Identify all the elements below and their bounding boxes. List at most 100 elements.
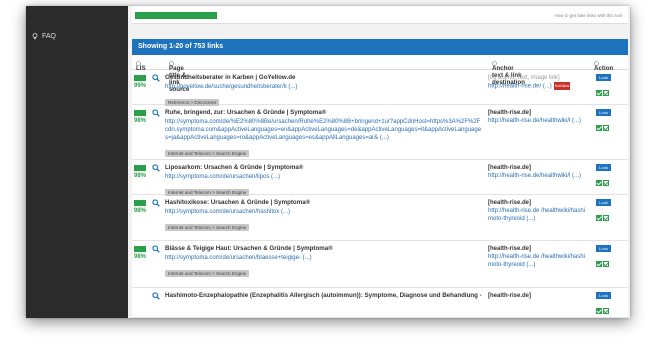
destination-url[interactable]: http://health-rise.de/ (...)	[488, 84, 552, 90]
page-title: Blässe & Teigige Haut: Ursachen & Gründe…	[165, 245, 333, 252]
source-url[interactable]: http://symptoma.com/de/%E2%80%8Be/ursach…	[165, 118, 483, 142]
check-icon[interactable]	[596, 308, 602, 314]
look-button[interactable]: Look	[596, 292, 611, 299]
check-icon[interactable]	[603, 308, 609, 314]
page-title: Hashitoxikose: Ursachen & Gründe | Sympt…	[165, 199, 311, 206]
links-table: 99% Gesundheitsberater in Karben | GoYel…	[132, 70, 628, 318]
look-button[interactable]: Look	[596, 245, 611, 252]
category-badge: Internet and Telecom > Search Engine	[165, 150, 250, 157]
table-row: Hashimoto-Enzephalopathie (Enzephalitis …	[132, 288, 628, 318]
link-source: Blässe & Teigige Haut: Ursachen & Gründe…	[165, 245, 483, 280]
app-window: FAQ How to get fake links with this tool…	[26, 6, 630, 318]
table-row: 98% Ruhe, bringend, zur: Ursachen & Grün…	[132, 105, 628, 160]
destination-url[interactable]: http://health-rise.de /healthwiki/hashim…	[488, 254, 585, 268]
row-actions: Look	[596, 292, 616, 318]
destination-url[interactable]: http://health-rise.de /healthwiki/hashim…	[488, 208, 585, 222]
category-badge: Internet and Telecom > Search Engine	[165, 224, 250, 231]
main-content: How to get fake links with this tool Sho…	[128, 6, 630, 318]
link-source: Hashimoto-Enzephalopathie (Enzephalitis …	[165, 292, 483, 301]
source-url[interactable]: http://goyellow.de/suche/gesundheitsbera…	[165, 83, 483, 91]
look-button[interactable]: Look	[596, 74, 611, 81]
anchor-text: [health-rise.de]	[488, 200, 532, 206]
source-url[interactable]: http://symptoma.com/de/ursachen/blaesse+…	[165, 254, 483, 262]
search-icon[interactable]	[152, 164, 160, 172]
page-title: Hashimoto-Enzephalopathie (Enzephalitis …	[165, 292, 482, 299]
source-url[interactable]: http://symptoma.com/de/ursachen/hashitox…	[165, 208, 483, 216]
check-icon[interactable]	[603, 125, 609, 131]
look-button[interactable]: Look	[596, 199, 611, 206]
link-source: Liposarkom: Ursachen & Gründe | Symptoma…	[165, 164, 483, 199]
row-actions: Look	[596, 74, 616, 101]
col-anchor: Anchor text & link destination	[492, 60, 525, 86]
search-icon[interactable]	[152, 245, 160, 253]
lis-percent: 98%	[134, 173, 147, 179]
look-button[interactable]: Look	[596, 109, 611, 116]
lis-percent: 98%	[134, 118, 147, 124]
lis-score: 99%	[134, 75, 146, 89]
row-actions: Look	[596, 245, 616, 272]
search-icon[interactable]	[152, 74, 160, 82]
anchor-cell: [health-rise.de] http://health-rise.de/h…	[488, 164, 588, 180]
source-url[interactable]: http://symptoma.com/de/ursachen/lipos (.…	[165, 173, 483, 181]
link-source: Hashitoxikose: Ursachen & Gründe | Sympt…	[165, 199, 483, 234]
anchor-text: [health-rise.de]	[488, 165, 532, 171]
table-row: 98% Liposarkom: Ursachen & Gründe | Symp…	[132, 160, 628, 196]
anchor-text: [health-rise.de]	[488, 110, 532, 116]
destination-url[interactable]: http://health-rise.de/healthwiki/l (...)	[488, 118, 581, 124]
check-icon[interactable]	[596, 125, 602, 131]
destination-url[interactable]: http://health-rise.de/healthwiki/l (...)	[488, 173, 581, 179]
row-actions: Look	[596, 164, 616, 191]
sidebar: FAQ	[26, 6, 128, 318]
help-icon	[136, 61, 141, 66]
lis-percent: 98%	[134, 254, 147, 260]
lis-score: 98%	[134, 110, 146, 124]
lis-bar	[134, 165, 146, 171]
help-icon	[594, 61, 599, 66]
category-badge: Internet and Telecom > Search Engine	[165, 270, 250, 277]
table-row: 98% Hashitoxikose: Ursachen & Gründe | S…	[132, 195, 628, 241]
search-icon[interactable]	[152, 292, 160, 300]
lis-bar	[134, 200, 146, 206]
lis-percent: 99%	[134, 83, 147, 89]
panel-heading: Showing 1-20 of 753 links	[132, 39, 628, 55]
link-source: Ruhe, bringend, zur: Ursachen & Gründe |…	[165, 109, 483, 160]
check-icon[interactable]	[603, 90, 609, 96]
page-title: Gesundheitsberater in Karben | GoYellow.…	[165, 74, 296, 81]
col-action: Action	[594, 60, 613, 72]
check-icon[interactable]	[603, 180, 609, 186]
anchor-cell: [health-rise.de] http://health-rise.de /…	[488, 245, 588, 269]
check-icon[interactable]	[596, 180, 602, 186]
page-title: Ruhe, bringend, zur: Ursachen & Gründe |…	[165, 109, 327, 116]
search-icon[interactable]	[152, 109, 160, 117]
sidebar-item-label: FAQ	[42, 33, 57, 40]
row-actions: Look	[596, 109, 616, 136]
look-button[interactable]: Look	[596, 164, 611, 171]
top-strip: How to get fake links with this tool	[132, 6, 628, 24]
lis-bar	[134, 110, 146, 116]
anchor-cell: [no anchor text, image link] http://heal…	[488, 74, 588, 91]
col-lis: LIS	[136, 60, 146, 72]
anchor-cell: [health-rise.de] http://health-rise.de/h…	[488, 109, 588, 125]
help-icon	[492, 61, 497, 66]
lis-score: 98%	[134, 246, 146, 260]
link-source: Gesundheitsberater in Karben | GoYellow.…	[165, 74, 483, 109]
col-source: Page title & link source	[169, 60, 189, 93]
check-icon[interactable]	[596, 261, 602, 267]
lis-bar	[134, 75, 146, 81]
progress-bar	[135, 12, 217, 19]
table-row: 98% Blässe & Teigige Haut: Ursachen & Gr…	[132, 241, 628, 288]
row-actions: Look	[596, 199, 616, 226]
search-icon[interactable]	[152, 199, 160, 207]
lis-score: 98%	[134, 165, 146, 179]
help-icon	[169, 61, 174, 66]
help-link[interactable]: How to get fake links with this tool	[554, 13, 622, 18]
check-icon[interactable]	[603, 215, 609, 221]
table-row: 99% Gesundheitsberater in Karben | GoYel…	[132, 70, 628, 106]
page-title: Liposarkom: Ursachen & Gründe | Symptoma…	[165, 164, 304, 171]
check-icon[interactable]	[596, 90, 602, 96]
nofollow-badge: Nofollow	[553, 82, 571, 90]
check-icon[interactable]	[596, 215, 602, 221]
check-icon[interactable]	[603, 261, 609, 267]
anchor-cell: [health-rise.de]	[488, 292, 588, 300]
sidebar-item-faq[interactable]: FAQ	[32, 33, 56, 40]
